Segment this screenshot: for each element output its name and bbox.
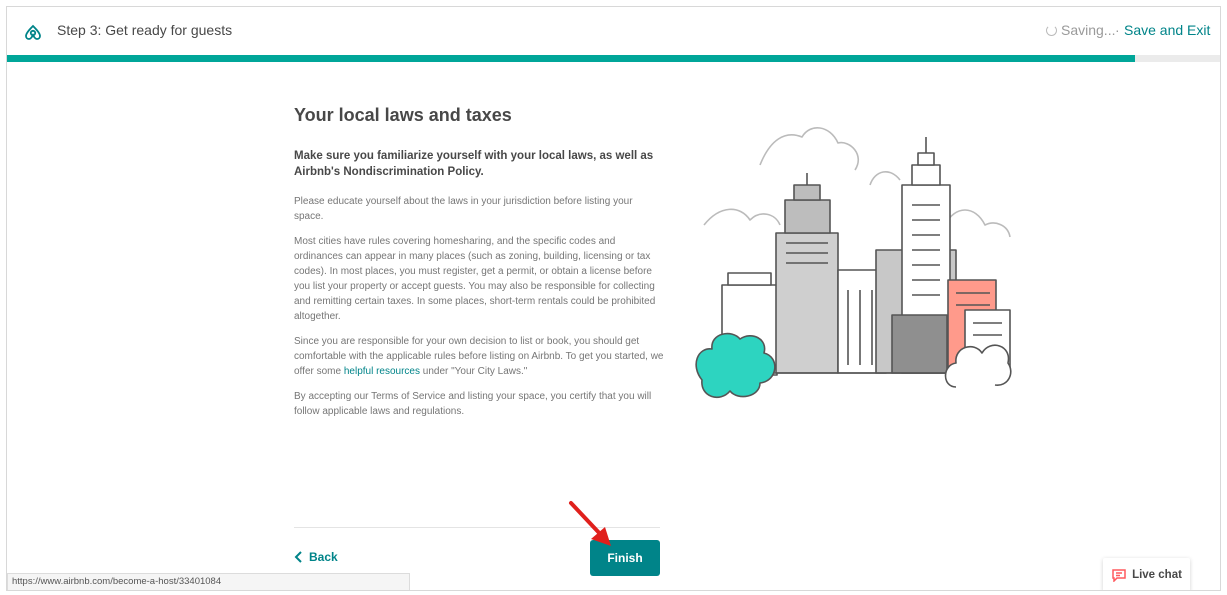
browser-viewport: Step 3: Get ready for guests Saving... ·…: [6, 6, 1221, 591]
main-content: Your local laws and taxes Make sure you …: [294, 105, 664, 429]
lead-text: Make sure you familiarize yourself with …: [294, 150, 654, 178]
live-chat-button[interactable]: Live chat: [1103, 558, 1190, 590]
paragraph-rules: Most cities have rules covering homeshar…: [294, 236, 656, 322]
paragraph-educate: Please educate yourself about the laws i…: [294, 196, 633, 222]
back-button[interactable]: Back: [294, 550, 338, 564]
chat-bubble-icon: [1112, 569, 1126, 582]
save-and-exit-link[interactable]: Save and Exit: [1124, 22, 1210, 38]
separator-dot: ·: [1115, 22, 1120, 38]
city-illustration: [695, 127, 1012, 399]
page-title: Your local laws and taxes: [294, 105, 512, 125]
progress-bar: [7, 55, 1220, 62]
airbnb-logo-icon[interactable]: [21, 19, 45, 43]
saving-indicator: Saving...: [1046, 22, 1115, 38]
red-arrow-annotation: [569, 501, 611, 546]
progress-bar-fill: [7, 55, 1136, 62]
paragraph-responsibility-tail: under "Your City Laws.": [420, 366, 528, 377]
status-bar-url: https://www.airbnb.com/become-a-host/334…: [7, 573, 410, 590]
live-chat-label: Live chat: [1132, 569, 1182, 581]
back-label: Back: [309, 550, 338, 564]
paragraph-responsibility: Since you are responsible for your own d…: [294, 334, 664, 379]
top-bar: Step 3: Get ready for guests Saving... ·…: [7, 7, 1220, 55]
saving-text: Saving...: [1061, 22, 1116, 38]
paragraph-terms: By accepting our Terms of Service and li…: [294, 391, 652, 417]
step-title: Step 3: Get ready for guests: [57, 22, 233, 38]
chevron-left-icon: [294, 551, 302, 563]
helpful-resources-link[interactable]: helpful resources: [344, 366, 420, 377]
spinner-icon: [1046, 24, 1057, 36]
